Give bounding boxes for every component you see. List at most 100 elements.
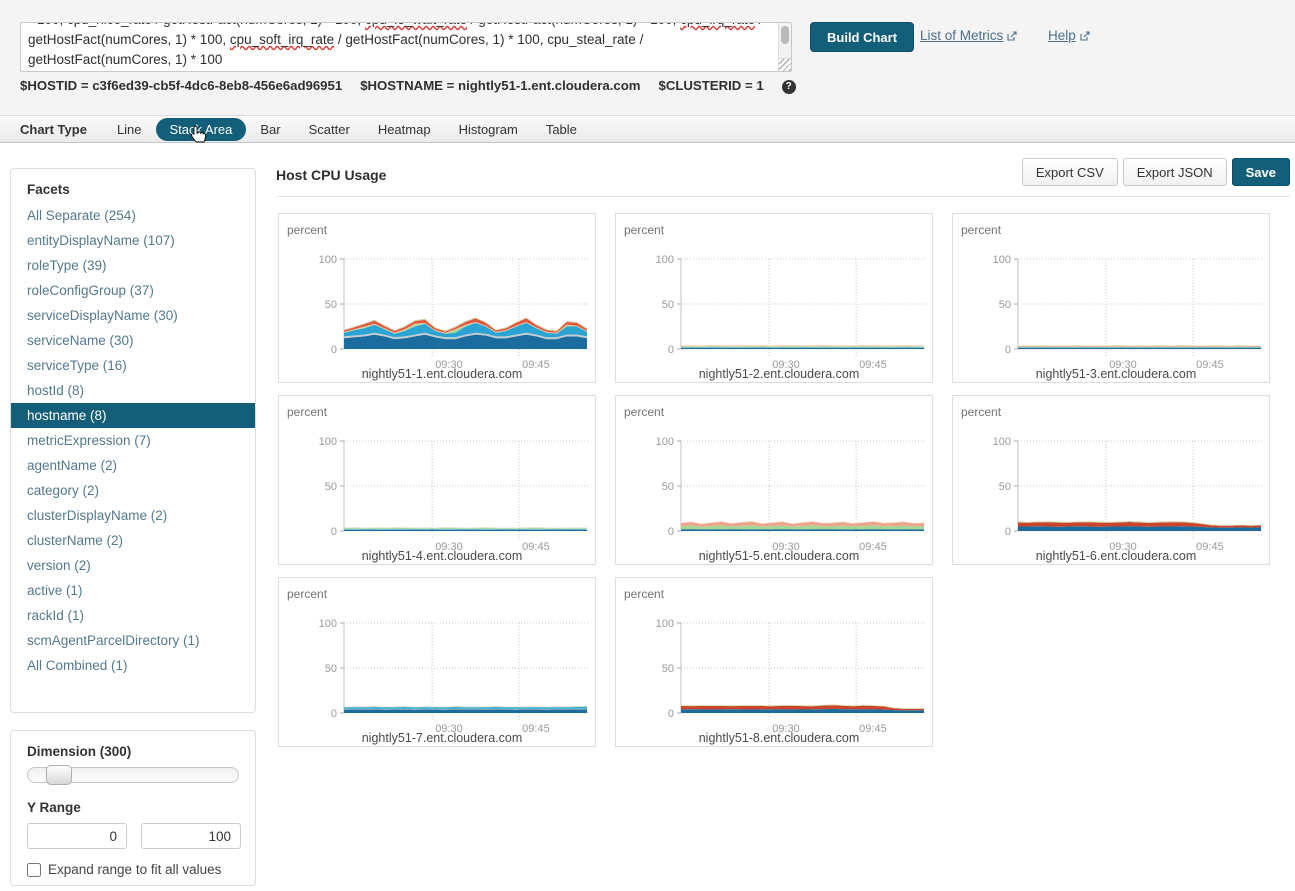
facet-item-agentname[interactable]: agentName (2) bbox=[11, 453, 255, 478]
query-variables: $HOSTID = c3f6ed39-cb5f-4dc6-8eb8-456e6a… bbox=[20, 78, 796, 94]
query-token: * 100, cpu_nice_rate / getHostFact(numCo… bbox=[28, 22, 365, 27]
facet-item-servicename[interactable]: serviceName (30) bbox=[11, 328, 255, 353]
y-tick-label: 100 bbox=[656, 254, 674, 266]
textarea-scrollbar[interactable] bbox=[778, 23, 791, 59]
textarea-resize-handle[interactable] bbox=[778, 58, 791, 71]
facet-item-metricexpression[interactable]: metricExpression (7) bbox=[11, 428, 255, 453]
chart-type-line[interactable]: Line bbox=[117, 122, 142, 137]
list-of-metrics-link[interactable]: List of Metrics bbox=[920, 28, 1017, 43]
x-tick-label: 09:45 bbox=[859, 359, 887, 371]
export-json-button[interactable]: Export JSON bbox=[1123, 158, 1227, 186]
facets-panel: Facets All Separate (254)entityDisplayNa… bbox=[10, 168, 256, 713]
facets-list: All Separate (254)entityDisplayName (107… bbox=[11, 203, 255, 678]
dimension-slider[interactable] bbox=[27, 767, 239, 783]
y-tick-label: 100 bbox=[656, 436, 674, 448]
query-line: getHostFact(numCores, 1) * 100, cpu_soft… bbox=[28, 30, 776, 50]
y-axis-unit-label: percent bbox=[287, 405, 328, 419]
y-tick-label: 50 bbox=[325, 299, 337, 311]
x-tick-label: 09:45 bbox=[1196, 541, 1224, 553]
expand-range-checkbox[interactable] bbox=[27, 863, 41, 877]
chart-card-5[interactable]: percent10050009:3009:45nightly51-5.ent.c… bbox=[615, 395, 933, 565]
chart-card-1[interactable]: percent10050009:3009:45nightly51-1.ent.c… bbox=[278, 213, 596, 383]
y-tick-label: 50 bbox=[325, 481, 337, 493]
y-max-input[interactable] bbox=[141, 823, 241, 849]
header-actions: Export CSV Export JSON Save bbox=[1022, 158, 1290, 186]
chart-title: nightly51-1.ent.cloudera.com bbox=[362, 367, 523, 381]
chart-title: nightly51-8.ent.cloudera.com bbox=[699, 731, 860, 745]
dimension-slider-thumb[interactable] bbox=[46, 765, 72, 785]
textarea-scrollbar-thumb[interactable] bbox=[781, 26, 789, 44]
y-tick-label: 50 bbox=[662, 481, 674, 493]
stack-area-layer bbox=[681, 348, 924, 349]
help-label: Help bbox=[1048, 28, 1076, 43]
stack-area-chart: percent10050009:3009:45nightly51-3.ent.c… bbox=[953, 214, 1271, 382]
chart-card-7[interactable]: percent10050009:3009:45nightly51-7.ent.c… bbox=[278, 577, 596, 747]
query-token: / getHostFact(numCores, 1) * 100, bbox=[467, 22, 680, 27]
chart-type-table[interactable]: Table bbox=[546, 122, 577, 137]
chart-type-scatter[interactable]: Scatter bbox=[309, 122, 350, 137]
facet-item-clusterdisplayname[interactable]: clusterDisplayName (2) bbox=[11, 503, 255, 528]
y-tick-label: 0 bbox=[1005, 344, 1011, 356]
chart-type-heatmap[interactable]: Heatmap bbox=[378, 122, 431, 137]
chart-type-bar[interactable]: Bar bbox=[260, 122, 280, 137]
y-tick-label: 100 bbox=[319, 618, 337, 630]
hostname-variable: $HOSTNAME = nightly51-1.ent.cloudera.com bbox=[360, 78, 640, 93]
save-button[interactable]: Save bbox=[1232, 158, 1290, 186]
chart-card-8[interactable]: percent10050009:3009:45nightly51-8.ent.c… bbox=[615, 577, 933, 747]
y-tick-label: 100 bbox=[319, 436, 337, 448]
facet-item-rackid[interactable]: rackId (1) bbox=[11, 603, 255, 628]
query-input[interactable]: * 100, cpu_nice_rate / getHostFact(numCo… bbox=[20, 22, 792, 72]
y-min-input[interactable] bbox=[27, 823, 127, 849]
y-tick-label: 0 bbox=[331, 526, 337, 538]
misspelled-token: cpu_io_wait_rate bbox=[365, 22, 467, 27]
y-tick-label: 50 bbox=[325, 663, 337, 675]
y-tick-label: 50 bbox=[662, 299, 674, 311]
query-token: / bbox=[755, 22, 763, 27]
help-link[interactable]: Help bbox=[1048, 28, 1090, 43]
chart-type-label: Chart Type bbox=[20, 122, 87, 137]
facet-item-all-combined[interactable]: All Combined (1) bbox=[11, 653, 255, 678]
facet-item-version[interactable]: version (2) bbox=[11, 553, 255, 578]
chart-card-2[interactable]: percent10050009:3009:45nightly51-2.ent.c… bbox=[615, 213, 933, 383]
facet-item-hostid[interactable]: hostId (8) bbox=[11, 378, 255, 403]
x-tick-label: 09:45 bbox=[1196, 359, 1224, 371]
y-tick-label: 100 bbox=[993, 436, 1011, 448]
facet-item-servicetype[interactable]: serviceType (16) bbox=[11, 353, 255, 378]
expand-range-row[interactable]: Expand range to fit all values bbox=[27, 862, 239, 877]
facet-item-active[interactable]: active (1) bbox=[11, 578, 255, 603]
y-axis-unit-label: percent bbox=[624, 405, 665, 419]
facet-item-roleconfiggroup[interactable]: roleConfigGroup (37) bbox=[11, 278, 255, 303]
y-tick-label: 0 bbox=[1005, 526, 1011, 538]
stack-area-chart: percent10050009:3009:45nightly51-7.ent.c… bbox=[279, 578, 597, 746]
query-token: getHostFact(numCores, 1) * 100, bbox=[28, 32, 230, 47]
facet-item-hostname[interactable]: hostname (8) bbox=[11, 403, 255, 428]
y-tick-label: 0 bbox=[668, 526, 674, 538]
list-of-metrics-label: List of Metrics bbox=[920, 28, 1003, 43]
facet-item-all-separate[interactable]: All Separate (254) bbox=[11, 203, 255, 228]
chart-title: nightly51-5.ent.cloudera.com bbox=[699, 549, 860, 563]
build-chart-button[interactable]: Build Chart bbox=[810, 22, 914, 52]
y-axis-unit-label: percent bbox=[624, 587, 665, 601]
facet-item-servicedisplayname[interactable]: serviceDisplayName (30) bbox=[11, 303, 255, 328]
chart-type-histogram[interactable]: Histogram bbox=[459, 122, 518, 137]
facet-item-entitydisplayname[interactable]: entityDisplayName (107) bbox=[11, 228, 255, 253]
chart-title: nightly51-2.ent.cloudera.com bbox=[699, 367, 860, 381]
help-circle-icon[interactable]: ? bbox=[782, 80, 796, 94]
y-tick-label: 100 bbox=[656, 618, 674, 630]
misspelled-token: cpu_soft_irq_rate bbox=[230, 32, 334, 47]
x-tick-label: 09:45 bbox=[859, 541, 887, 553]
y-axis-unit-label: percent bbox=[961, 223, 1002, 237]
facet-item-clustername[interactable]: clusterName (2) bbox=[11, 528, 255, 553]
chart-card-6[interactable]: percent10050009:3009:45nightly51-6.ent.c… bbox=[952, 395, 1270, 565]
facet-item-roletype[interactable]: roleType (39) bbox=[11, 253, 255, 278]
export-csv-button[interactable]: Export CSV bbox=[1022, 158, 1118, 186]
chart-card-4[interactable]: percent10050009:3009:45nightly51-4.ent.c… bbox=[278, 395, 596, 565]
facet-item-category[interactable]: category (2) bbox=[11, 478, 255, 503]
facet-item-scmagentparceldirectory[interactable]: scmAgentParcelDirectory (1) bbox=[11, 628, 255, 653]
dimension-label: Dimension (300) bbox=[27, 744, 239, 759]
stack-area-chart: percent10050009:3009:45nightly51-8.ent.c… bbox=[616, 578, 934, 746]
y-axis-unit-label: percent bbox=[961, 405, 1002, 419]
y-tick-label: 100 bbox=[993, 254, 1011, 266]
chart-card-3[interactable]: percent10050009:3009:45nightly51-3.ent.c… bbox=[952, 213, 1270, 383]
header-divider bbox=[276, 196, 1290, 197]
